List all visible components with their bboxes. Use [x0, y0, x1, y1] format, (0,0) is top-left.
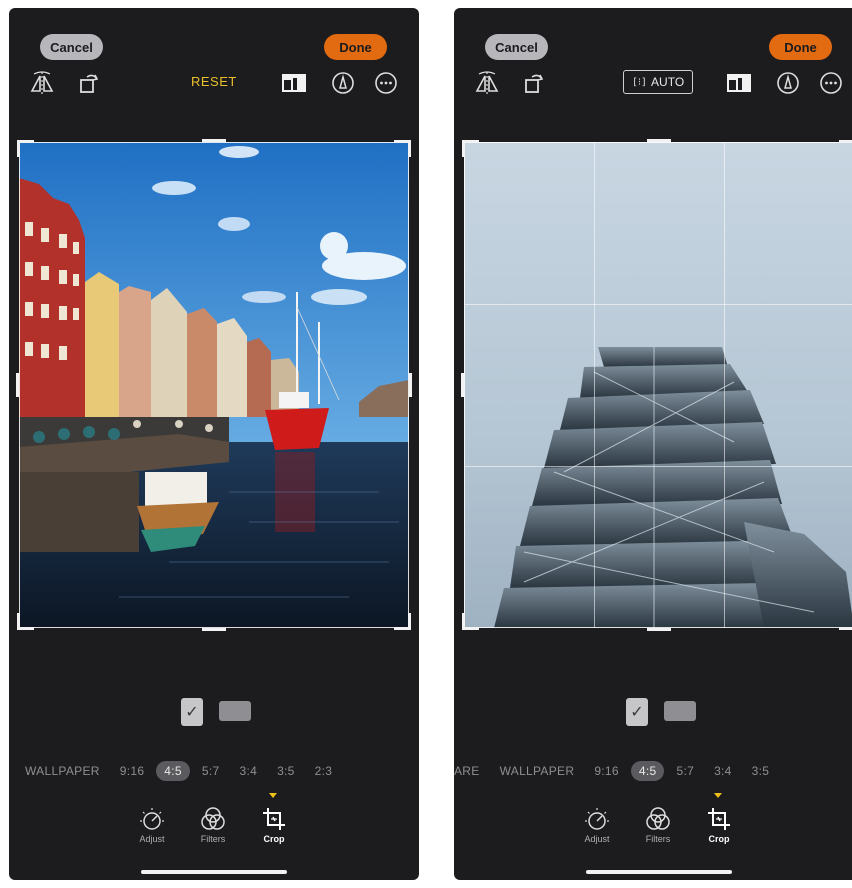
aspect-ratio-icon[interactable] [726, 70, 752, 96]
ratio-9-16[interactable]: 9:16 [112, 761, 153, 781]
crop-handle-left[interactable] [16, 373, 19, 397]
crop-handle-top-left[interactable] [462, 140, 479, 157]
adjust-dial-icon [138, 805, 166, 833]
active-tool-indicator [269, 793, 277, 798]
ratio-square-partial[interactable]: ARE [454, 761, 488, 781]
tool-filters[interactable]: Filters [191, 805, 235, 844]
home-indicator[interactable] [141, 870, 287, 874]
portrait-orientation-button[interactable]: ✓ [626, 698, 648, 726]
filters-icon [199, 805, 227, 833]
flip-horizontal-icon[interactable] [474, 70, 500, 96]
tool-crop[interactable]: Crop [697, 805, 741, 844]
crop-handle-top[interactable] [647, 139, 671, 142]
crop-handle-bottom-right[interactable] [394, 613, 411, 630]
tool-adjust[interactable]: Adjust [130, 805, 174, 844]
tool-filters-label: Filters [200, 834, 226, 844]
landscape-orientation-button[interactable] [664, 701, 696, 721]
done-button[interactable]: Done [769, 34, 832, 60]
ratio-4-5[interactable]: 4:5 [630, 761, 665, 781]
reset-button[interactable]: RESET [191, 74, 237, 89]
tower-photo [464, 142, 852, 628]
ratio-5-7[interactable]: 5:7 [194, 761, 228, 781]
adjust-dial-icon [583, 805, 611, 833]
tool-adjust[interactable]: Adjust [575, 805, 619, 844]
crop-handle-bottom-right[interactable] [839, 613, 852, 630]
ratio-3-4[interactable]: 3:4 [231, 761, 265, 781]
flip-horizontal-icon[interactable] [29, 70, 55, 96]
crop-icon [705, 805, 733, 833]
more-options-icon[interactable] [373, 70, 399, 96]
cancel-button[interactable]: Cancel [40, 34, 103, 60]
crop-handle-top-left[interactable] [17, 140, 34, 157]
crop-canvas[interactable] [16, 139, 412, 631]
crop-grid-line [464, 466, 852, 467]
ratio-wallpaper[interactable]: WALLPAPER [492, 761, 583, 781]
home-indicator[interactable] [586, 870, 732, 874]
crop-handle-right[interactable] [409, 373, 412, 397]
crop-handle-top-right[interactable] [394, 140, 411, 157]
phone-screen-right: Cancel Done [⁝] AUTO ✓ ARE WALLPAPER 9:1… [454, 8, 852, 880]
auto-label: AUTO [651, 75, 685, 89]
rotate-icon[interactable] [522, 70, 548, 96]
ratio-5-7[interactable]: 5:7 [668, 761, 702, 781]
crop-handle-bottom[interactable] [202, 628, 226, 631]
rotate-icon[interactable] [77, 70, 103, 96]
crop-icon [260, 805, 288, 833]
tool-filters[interactable]: Filters [636, 805, 680, 844]
ratio-3-5[interactable]: 3:5 [269, 761, 303, 781]
auto-frame-icon: [⁝] [631, 76, 648, 88]
markup-pen-icon[interactable] [330, 70, 356, 96]
crop-canvas[interactable] [461, 139, 852, 631]
markup-pen-icon[interactable] [775, 70, 801, 96]
crop-handle-left[interactable] [461, 373, 464, 397]
crop-handle-bottom-left[interactable] [17, 613, 34, 630]
aspect-ratio-selector: WALLPAPER 9:16 4:5 5:7 3:4 3:5 2:3 [9, 760, 419, 782]
crop-grid-line [594, 142, 595, 628]
done-button[interactable]: Done [324, 34, 387, 60]
auto-straighten-button[interactable]: [⁝] AUTO [623, 70, 693, 94]
aspect-ratio-icon[interactable] [281, 70, 307, 96]
crop-grid-line [724, 142, 725, 628]
ratio-3-5[interactable]: 3:5 [744, 761, 778, 781]
crop-handle-top[interactable] [202, 139, 226, 142]
tool-filters-label: Filters [645, 834, 671, 844]
filters-icon [644, 805, 672, 833]
active-tool-indicator [714, 793, 722, 798]
crop-handle-top-right[interactable] [839, 140, 852, 157]
checkmark-icon: ✓ [185, 704, 199, 721]
tool-crop-label: Crop [263, 834, 285, 844]
tool-adjust-label: Adjust [584, 834, 610, 844]
crop-handle-bottom-left[interactable] [462, 613, 479, 630]
tool-adjust-label: Adjust [139, 834, 165, 844]
ratio-2-3[interactable]: 2:3 [307, 761, 341, 781]
ratio-4-5[interactable]: 4:5 [156, 761, 190, 781]
ratio-9-16[interactable]: 9:16 [586, 761, 627, 781]
tool-crop[interactable]: Crop [252, 805, 296, 844]
checkmark-icon: ✓ [630, 704, 644, 721]
harbor-photo [19, 142, 409, 628]
ratio-wallpaper[interactable]: WALLPAPER [17, 761, 108, 781]
aspect-ratio-selector: ARE WALLPAPER 9:16 4:5 5:7 3:4 3:5 [454, 760, 852, 782]
more-options-icon[interactable] [818, 70, 844, 96]
crop-grid-line [464, 304, 852, 305]
landscape-orientation-button[interactable] [219, 701, 251, 721]
crop-handle-bottom[interactable] [647, 628, 671, 631]
tool-crop-label: Crop [708, 834, 730, 844]
cancel-button[interactable]: Cancel [485, 34, 548, 60]
ratio-3-4[interactable]: 3:4 [706, 761, 740, 781]
phone-screen-left: Cancel Done RESET ✓ WALLPAPER 9:16 4:5 5… [9, 8, 419, 880]
portrait-orientation-button[interactable]: ✓ [181, 698, 203, 726]
